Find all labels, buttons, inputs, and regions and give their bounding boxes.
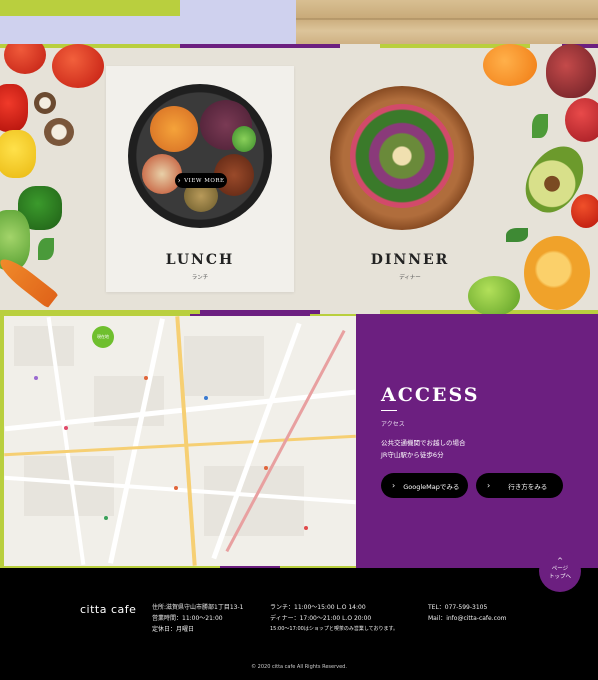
map-pin	[304, 526, 308, 530]
chevron-right-icon: ›	[487, 481, 491, 490]
top-wood-image	[296, 0, 598, 44]
map-pin	[64, 426, 68, 430]
access-transport-text: 公共交通機関でお越しの場合	[381, 439, 466, 447]
menu-section: LUNCH ランチ › VIEW MORE DINNER ディナー	[0, 44, 598, 314]
yellow-pepper-image	[0, 130, 36, 178]
footer-closed: 定休日：月曜日	[152, 626, 195, 633]
view-more-button[interactable]: › VIEW MORE	[175, 173, 227, 188]
chevron-right-icon: ›	[177, 176, 182, 185]
top-green-band	[0, 0, 180, 16]
view-more-label: VIEW MORE	[184, 177, 225, 184]
footer-copyright: © 2020 citta cafe All Rights Reserved.	[251, 664, 347, 670]
salad-image	[350, 104, 454, 208]
footer-tel[interactable]: TEL：077-599-3105	[428, 602, 487, 613]
footer-hours: 営業時間：11:00～21:00	[152, 615, 223, 622]
leaf-image	[532, 114, 548, 138]
leaf-image	[38, 238, 54, 260]
tomato-image	[52, 44, 104, 88]
page-top-label-1: ページ	[551, 566, 569, 572]
footer: citta cafe 住所:滋賀県守山市勝部1丁目13-1 営業時間：11:00…	[0, 568, 598, 680]
current-location-label: 現在地	[97, 334, 109, 339]
access-divider	[381, 410, 397, 411]
map-main-road	[4, 434, 356, 457]
dinner-subtitle: ディナー	[399, 275, 421, 281]
map-road	[108, 318, 165, 564]
apple-image	[565, 98, 598, 142]
map-pin	[264, 466, 268, 470]
pumpkin-image	[524, 236, 590, 310]
dinner-title: DINNER	[370, 252, 450, 268]
tomato-image	[571, 194, 598, 228]
access-title: ACCESS	[381, 384, 480, 406]
google-map[interactable]: 現在地	[4, 316, 356, 566]
google-map-button[interactable]: › GoogleMapでみる	[381, 473, 468, 498]
pear-image	[546, 44, 596, 98]
current-location-marker[interactable]: 現在地	[92, 326, 114, 348]
footer-logo[interactable]: citta cafe	[80, 603, 136, 616]
access-subtitle: アクセス	[381, 421, 405, 428]
red-pepper-image	[0, 84, 28, 132]
top-strip	[0, 0, 598, 44]
food-image	[150, 106, 198, 152]
mushroom-image	[44, 118, 74, 146]
route-button[interactable]: › 行き方をみる	[476, 473, 563, 498]
edge-bar	[180, 44, 340, 48]
lunch-title: LUNCH	[165, 252, 235, 268]
map-pin	[34, 376, 38, 380]
footer-note: 15:00～17:00はショップと喫茶のみ営業しております。	[270, 626, 399, 632]
leaf-image	[506, 228, 528, 242]
tomato-image	[4, 44, 46, 74]
map-pin	[174, 486, 178, 490]
route-button-label: 行き方をみる	[508, 482, 548, 491]
page-top-button[interactable]: ^ ページ トップへ	[539, 550, 581, 592]
dinner-card[interactable]: DINNER ディナー	[316, 66, 504, 292]
map-pin	[204, 396, 208, 400]
map-block	[14, 326, 74, 366]
dinner-plate-image	[330, 86, 474, 230]
mushroom-image	[34, 92, 56, 114]
map-block	[184, 336, 264, 396]
footer-mail[interactable]: Mail：info@citta-cafe.com	[428, 613, 506, 624]
lunch-subtitle: ランチ	[191, 275, 209, 281]
access-walk-text: JR守山駅から徒歩6分	[381, 451, 444, 459]
google-map-button-label: GoogleMapでみる	[403, 482, 460, 491]
page-top-label-2: トップへ	[548, 574, 571, 580]
chevron-up-icon: ^	[557, 557, 563, 565]
food-image	[142, 154, 182, 194]
lunch-plate-image	[128, 84, 272, 228]
footer-dinner-hours: ディナー：17:00～21:00 L.O 20:00	[270, 615, 372, 622]
map-pin	[144, 376, 148, 380]
map-pin	[104, 516, 108, 520]
chevron-right-icon: ›	[392, 481, 396, 490]
food-image	[232, 126, 256, 152]
footer-lunch-hours: ランチ：11:00～15:00 L.O 14:00	[270, 604, 366, 611]
carrot-image	[0, 253, 59, 309]
footer-address: 住所:滋賀県守山市勝部1丁目13-1	[152, 604, 244, 611]
